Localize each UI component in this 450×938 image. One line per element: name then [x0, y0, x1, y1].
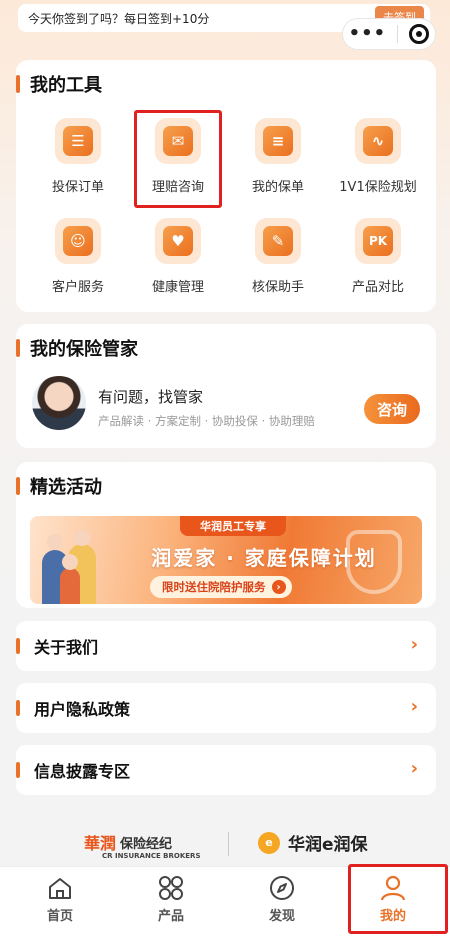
chevron-right-icon: ›: [410, 758, 418, 779]
keeper-title: 我的保险管家: [16, 336, 138, 360]
banner-cta[interactable]: 限时送住院陪护服务 ›: [150, 576, 292, 598]
miniprogram-capsule: •••: [342, 18, 436, 50]
row-accent-bar: [16, 762, 20, 778]
activity-title-text: 精选活动: [30, 477, 102, 498]
tool-label: 产品对比: [351, 280, 404, 295]
product-grid-icon: [126, 873, 216, 903]
tools-title-text: 我的工具: [30, 75, 102, 96]
row-accent-bar: [16, 700, 20, 716]
keeper-services: 产品解读 · 方案定制 · 协助投保 · 协助理赔: [98, 414, 315, 428]
title-accent-bar: [16, 477, 20, 495]
family-illustration: [38, 530, 110, 604]
health-icon: ♥: [155, 218, 201, 264]
tool-label: 健康管理: [151, 280, 204, 295]
row-privacy-policy[interactable]: 用户隐私政策 ›: [16, 683, 436, 733]
activity-title: 精选活动: [16, 474, 102, 498]
activity-banner[interactable]: 华润员工专享 润爱家 · 家庭保障计划 限时送住院陪护服务 ›: [30, 516, 422, 604]
row-disclosure[interactable]: 信息披露专区 ›: [16, 745, 436, 795]
row-label: 信息披露专区: [34, 762, 131, 781]
row-accent-bar: [16, 638, 20, 654]
tool-underwriting[interactable]: ✎ 核保助手: [228, 218, 328, 295]
close-target-icon[interactable]: [409, 24, 430, 44]
avatar: [32, 376, 86, 430]
policy-icon: ≡: [255, 118, 301, 164]
more-icon[interactable]: •••: [349, 25, 387, 43]
row-label: 用户隐私政策: [34, 700, 131, 719]
customer-service-icon: ☺: [55, 218, 101, 264]
row-about-us[interactable]: 关于我们 ›: [16, 621, 436, 671]
tool-health[interactable]: ♥ 健康管理: [128, 218, 228, 295]
banner-cta-text: 限时送住院陪护服务: [162, 580, 266, 594]
tab-home[interactable]: 首页: [15, 873, 105, 924]
highlight-box-claim: [134, 110, 222, 208]
erunbao-logo: e 华润e润保: [258, 830, 368, 855]
order-icon: ☰: [55, 118, 101, 164]
banner-headline: 润爱家 · 家庭保障计划: [151, 546, 377, 570]
keeper-card: 我的保险管家 有问题，找管家 产品解读 · 方案定制 · 协助投保 · 协助理赔…: [16, 324, 436, 448]
title-accent-bar: [16, 75, 20, 93]
tool-customer-service[interactable]: ☺ 客户服务: [28, 218, 128, 295]
brand-divider: [228, 832, 229, 856]
tools-card: 我的工具 ☰ 投保订单 ✉ 理赔咨询 ≡ 我的保单 ∿ 1V1保险规划 ☺ 客户…: [16, 60, 436, 312]
tools-title: 我的工具: [16, 72, 102, 96]
banner-tag: 华润员工专享: [180, 516, 286, 536]
tab-label: 首页: [46, 909, 73, 924]
tab-discover[interactable]: 发现: [237, 873, 327, 924]
cr-logo-name: 保险经纪: [120, 836, 173, 852]
consult-button[interactable]: 咨询: [364, 394, 420, 424]
tool-compare[interactable]: PK 产品对比: [328, 218, 428, 295]
tool-policy[interactable]: ≡ 我的保单: [228, 118, 328, 195]
planning-chart-icon: ∿: [355, 118, 401, 164]
cr-insurance-brokers-logo: 華潤 保险经纪 CR INSURANCE BROKERS: [84, 830, 201, 860]
brand-footer: 華潤 保险经纪 CR INSURANCE BROKERS e 华润e润保: [0, 826, 450, 866]
arrow-right-icon: ›: [271, 580, 286, 594]
activity-card: 精选活动 华润员工专享 润爱家 · 家庭保障计划 限时送住院陪护服务 ›: [16, 462, 436, 608]
tool-label: 核保助手: [251, 280, 304, 295]
chevron-right-icon: ›: [410, 696, 418, 717]
tool-label: 我的保单: [251, 180, 304, 195]
highlight-box-mine: [348, 864, 448, 934]
keeper-title-text: 我的保险管家: [30, 339, 138, 360]
signin-text: 今天你签到了吗？每日签到+10分: [28, 11, 210, 26]
keeper-question: 有问题，找管家: [98, 388, 204, 406]
tab-products[interactable]: 产品: [126, 873, 216, 924]
row-label: 关于我们: [34, 638, 99, 657]
tool-label: 1V1保险规划: [339, 180, 417, 195]
tool-label: 客户服务: [51, 280, 104, 295]
tab-label: 发现: [268, 909, 295, 924]
pk-compare-icon: PK: [355, 218, 401, 264]
home-icon: [15, 873, 105, 903]
tool-order[interactable]: ☰ 投保订单: [28, 118, 128, 195]
erunbao-logo-mark: e: [258, 831, 280, 854]
erunbao-logo-name: 华润e润保: [288, 835, 368, 855]
underwriting-icon: ✎: [255, 218, 301, 264]
cr-logo-mark: 華潤: [84, 834, 117, 853]
capsule-divider: [397, 25, 399, 43]
tab-label: 产品: [157, 909, 184, 924]
compass-icon: [237, 873, 327, 903]
chevron-right-icon: ›: [410, 634, 418, 655]
tool-planning[interactable]: ∿ 1V1保险规划: [328, 118, 428, 195]
tool-label: 投保订单: [51, 180, 104, 195]
title-accent-bar: [16, 339, 20, 357]
cr-logo-en: CR INSURANCE BROKERS: [102, 852, 201, 860]
